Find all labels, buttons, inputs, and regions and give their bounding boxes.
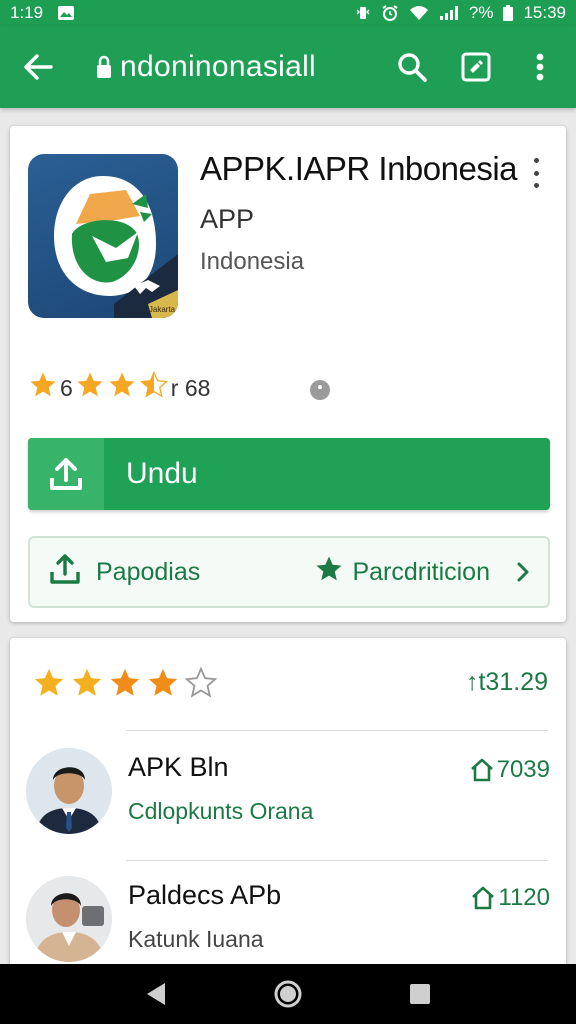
star-filled-icon (72, 668, 102, 696)
app-logo-badge-text: Jakarta (149, 305, 176, 314)
review-count-value: 1120 (498, 884, 550, 911)
reviews-total-count: ↑t31.29 (465, 668, 548, 696)
divider (126, 860, 548, 861)
system-nav-bar (0, 964, 576, 1024)
reviewer-subtitle: Cdlopkunts Orana (128, 798, 314, 824)
battery-text: ?% (468, 3, 494, 22)
vibrate-icon (355, 5, 371, 21)
alarm-icon (381, 4, 399, 22)
review-count: 1120 (470, 884, 550, 912)
url-text[interactable]: ndoninonasiall (120, 50, 316, 84)
app-title: APPK.IAPR Inbonesia (200, 150, 518, 187)
share-upload-icon (48, 552, 82, 593)
battery-icon (503, 5, 514, 21)
reviewer-name: APK Bln (128, 752, 229, 782)
app-more-icon[interactable] (528, 158, 544, 188)
search-icon[interactable] (392, 47, 432, 87)
reviews-card: ↑t31.29 APK Bln Cdlopkunts Orana 7039 Pa… (10, 638, 566, 978)
status-bar: 1:19 ?% 15:39 (0, 0, 576, 26)
download-button[interactable]: Undu (28, 438, 550, 510)
status-time-right: 15:39 (523, 3, 566, 22)
star-filled-icon (107, 370, 137, 406)
home-icon (472, 886, 495, 910)
avatar (26, 748, 112, 834)
rating-left-value: 6 (60, 374, 73, 401)
secondary-actions-row: Papodias Parcdriticion (28, 536, 550, 608)
avatar (26, 876, 112, 962)
review-count-value: 7039 (496, 756, 550, 783)
more-vert-icon[interactable] (520, 47, 560, 87)
star-filled-icon (110, 668, 140, 696)
app-bar: ndoninonasiall (0, 26, 576, 108)
app-subtitle: APP (200, 204, 255, 234)
star-filled-icon (28, 370, 58, 406)
star-half-icon (139, 370, 169, 406)
star-filled-icon (34, 668, 64, 696)
star-filled-icon (148, 668, 178, 696)
edit-icon[interactable] (456, 47, 496, 87)
signal-icon (439, 5, 459, 21)
app-rating-row: 6 r 68 (28, 370, 210, 406)
divider (126, 730, 548, 731)
upload-icon (28, 438, 104, 510)
prediction-button-label: Parcdriticion (352, 557, 490, 586)
app-developer[interactable]: Indonesia (200, 248, 304, 276)
nav-back-icon[interactable] (136, 974, 176, 1014)
wifi-icon (409, 5, 429, 21)
status-time-left: 1:19 (10, 3, 44, 22)
rating-count: r 68 (170, 374, 211, 401)
review-stars (32, 666, 218, 700)
nav-home-icon[interactable] (268, 974, 308, 1014)
back-arrow-icon[interactable] (16, 45, 60, 89)
share-button-label: Papodias (96, 557, 201, 586)
home-icon (470, 758, 493, 782)
info-dot-icon[interactable] (310, 380, 330, 400)
image-notification-icon (57, 5, 75, 21)
app-info-card: Jakarta APPK.IAPR Inbonesia APP Indonesi… (10, 126, 566, 622)
review-count: 7039 (469, 756, 550, 784)
prediction-button[interactable]: Parcdriticion (314, 554, 490, 591)
nav-recents-icon[interactable] (400, 974, 440, 1014)
lock-icon (96, 55, 112, 79)
app-logo-icon[interactable]: Jakarta (28, 154, 178, 318)
chevron-right-icon[interactable] (516, 561, 530, 583)
download-button-label: Undu (126, 457, 198, 490)
reviewer-subtitle: Katunk Iuana (128, 926, 264, 952)
star-empty-icon (184, 666, 218, 698)
reviewer-name: Paldecs APb (128, 880, 282, 910)
review-item[interactable]: APK Bln Cdlopkunts Orana 7039 (26, 748, 550, 858)
star-filled-icon (75, 370, 105, 406)
star-green-icon (314, 554, 344, 591)
share-button[interactable]: Papodias (48, 552, 200, 593)
